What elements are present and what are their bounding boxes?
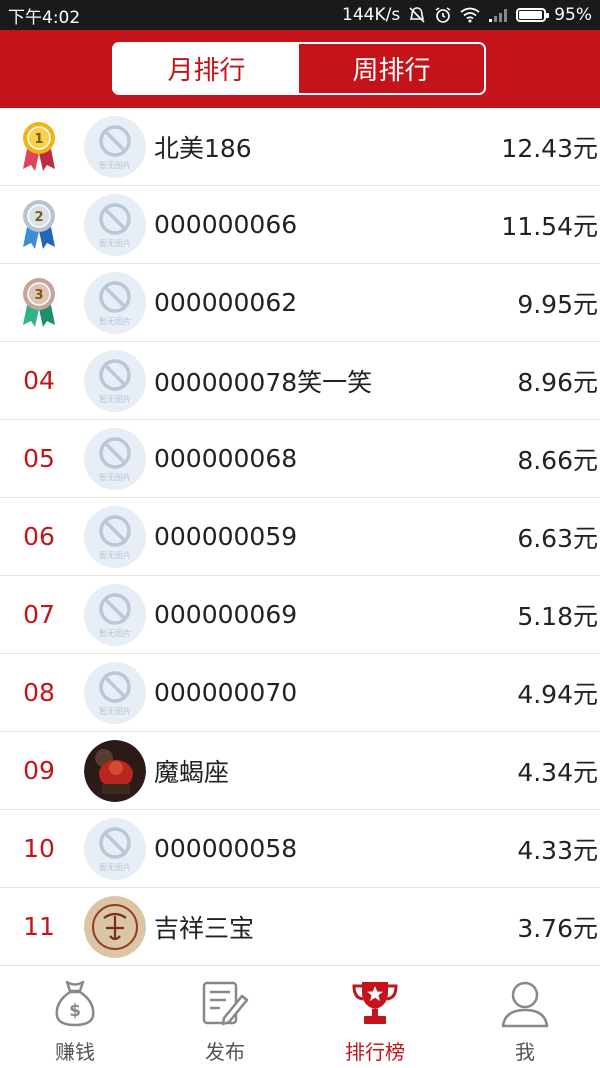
ranking-row[interactable]: 3 暂无图片 000000062 9.95元 xyxy=(0,264,600,342)
signal-icon xyxy=(488,7,508,23)
ranking-row[interactable]: 08 暂无图片 000000070 4.94元 xyxy=(0,654,600,732)
tab-leaderboard-label: 排行榜 xyxy=(345,1040,405,1064)
user-name: 000000070 xyxy=(154,678,298,707)
tab-publish-label: 发布 xyxy=(205,1040,245,1064)
rank-number: 07 xyxy=(23,600,55,629)
battery-percent: 95% xyxy=(554,5,592,25)
earnings-amount: 8.96元 xyxy=(517,367,598,397)
ranking-row[interactable]: 2 暂无图片 000000066 11.54元 xyxy=(0,186,600,264)
wifi-icon xyxy=(460,7,480,23)
user-name: 000000068 xyxy=(154,444,298,473)
user-avatar: 暂无图片 xyxy=(84,271,146,334)
no-image-text: 暂无图片 xyxy=(99,316,131,326)
trophy-icon xyxy=(351,978,399,1032)
user-name: 000000066 xyxy=(154,210,298,239)
battery-icon xyxy=(516,8,550,22)
user-avatar: 暂无图片 xyxy=(84,349,146,412)
user-name: 000000059 xyxy=(154,522,298,551)
tab-publish[interactable]: 发布 xyxy=(150,966,300,1068)
earnings-amount: 5.18元 xyxy=(517,601,598,631)
earnings-amount: 4.33元 xyxy=(517,835,598,865)
earnings-amount: 4.34元 xyxy=(517,757,598,787)
user-avatar: 暂无图片 xyxy=(84,427,146,490)
user-avatar: 暂无图片 xyxy=(84,193,146,256)
earnings-amount: 6.63元 xyxy=(517,523,598,553)
earnings-amount: 4.94元 xyxy=(517,679,598,709)
tab-weekly-ranking[interactable]: 周排行 xyxy=(299,44,484,93)
medal-rank-number: 1 xyxy=(34,132,43,147)
rank-number: 09 xyxy=(23,756,55,785)
money-bag-icon: $ xyxy=(52,978,98,1032)
medal-rank-number: 3 xyxy=(34,288,43,303)
ranking-row[interactable]: 1 暂无图片 北美186 12.43元 xyxy=(0,108,600,186)
user-avatar xyxy=(84,895,146,958)
no-image-text: 暂无图片 xyxy=(99,238,131,248)
ranking-list[interactable]: 1 暂无图片 北美186 12.43元 2 暂无图片 000000066 11.54元 3 暂无图… xyxy=(0,108,600,965)
alarm-icon xyxy=(434,6,452,24)
no-image-text: 暂无图片 xyxy=(99,706,131,716)
edit-note-icon xyxy=(200,978,250,1032)
no-image-text: 暂无图片 xyxy=(99,472,131,482)
bronze-medal-icon: 3 xyxy=(0,264,78,341)
header: 月排行 周排行 xyxy=(0,30,600,108)
user-name: 北美186 xyxy=(154,133,252,163)
ranking-row[interactable]: 04 暂无图片 000000078笑一笑 8.96元 xyxy=(0,342,600,420)
rank-number: 04 xyxy=(23,366,55,395)
status-bar: 下午4:02 144K/s 95% xyxy=(0,0,600,30)
rank-number: 10 xyxy=(23,834,55,863)
earnings-amount: 3.76元 xyxy=(517,913,598,943)
no-image-text: 暂无图片 xyxy=(99,550,131,560)
status-icons: 144K/s 95% xyxy=(342,5,592,25)
user-avatar: 暂无图片 xyxy=(84,115,146,178)
earnings-amount: 12.43元 xyxy=(501,133,598,163)
user-avatar xyxy=(84,739,146,802)
tab-earn-label: 赚钱 xyxy=(55,1040,95,1064)
tab-earn[interactable]: $ 赚钱 xyxy=(0,966,150,1068)
user-avatar: 暂无图片 xyxy=(84,817,146,880)
user-name: 000000058 xyxy=(154,834,298,863)
user-avatar: 暂无图片 xyxy=(84,583,146,646)
ranking-row[interactable]: 05 暂无图片 000000068 8.66元 xyxy=(0,420,600,498)
rank-number: 06 xyxy=(23,522,55,551)
bottom-tab-bar: $ 赚钱 发布 排行榜 我 xyxy=(0,965,600,1068)
silver-medal-icon: 2 xyxy=(0,186,78,263)
tab-monthly-ranking[interactable]: 月排行 xyxy=(114,44,299,93)
rank-number: 11 xyxy=(23,912,55,941)
user-name: 000000062 xyxy=(154,288,298,317)
rank-number: 08 xyxy=(23,678,55,707)
ranking-row[interactable]: 06 暂无图片 000000059 6.63元 xyxy=(0,498,600,576)
tab-leaderboard[interactable]: 排行榜 xyxy=(300,966,450,1068)
ranking-row[interactable]: 11 吉祥三宝 3.76元 xyxy=(0,888,600,965)
ranking-row[interactable]: 07 暂无图片 000000069 5.18元 xyxy=(0,576,600,654)
network-speed: 144K/s xyxy=(342,5,401,25)
earnings-amount: 9.95元 xyxy=(517,289,598,319)
user-avatar: 暂无图片 xyxy=(84,661,146,724)
no-image-text: 暂无图片 xyxy=(99,394,131,404)
user-name: 吉祥三宝 xyxy=(154,913,255,943)
user-avatar: 暂无图片 xyxy=(84,505,146,568)
tab-me-label: 我 xyxy=(515,1040,535,1064)
ranking-row[interactable]: 10 暂无图片 000000058 4.33元 xyxy=(0,810,600,888)
medal-rank-number: 2 xyxy=(34,210,43,225)
user-name: 魔蝎座 xyxy=(154,757,230,787)
earnings-amount: 11.54元 xyxy=(501,211,598,241)
earnings-amount: 8.66元 xyxy=(517,445,598,475)
rank-number: 05 xyxy=(23,444,55,473)
alarm-off-icon xyxy=(408,6,426,24)
user-icon xyxy=(500,978,550,1032)
no-image-text: 暂无图片 xyxy=(99,160,131,170)
no-image-text: 暂无图片 xyxy=(99,862,131,872)
no-image-text: 暂无图片 xyxy=(99,628,131,638)
user-name: 000000078笑一笑 xyxy=(154,367,373,397)
tab-me[interactable]: 我 xyxy=(450,966,600,1068)
svg-text:$: $ xyxy=(69,1001,81,1021)
ranking-row[interactable]: 09 魔蝎座 4.34元 xyxy=(0,732,600,810)
user-name: 000000069 xyxy=(154,600,298,629)
gold-medal-icon: 1 xyxy=(0,108,78,185)
status-time: 下午4:02 xyxy=(8,7,81,28)
ranking-period-switch: 月排行 周排行 xyxy=(112,42,486,95)
